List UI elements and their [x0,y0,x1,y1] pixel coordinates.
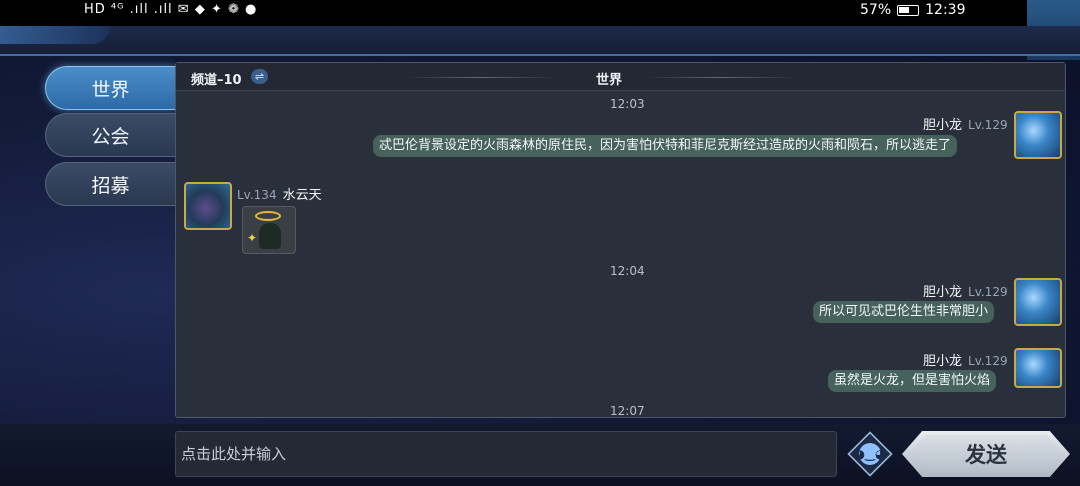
message-bubble: 所以可见忒巴伦生性非常胆小 [813,301,995,323]
sparkle-icon: ✦ [247,231,258,245]
status-right: 57% 12:39 [860,2,965,18]
sender-level: Lv.134 [237,188,277,202]
smiley-icon[interactable]: ◕‿◕ [855,443,885,465]
chat-header: 频道–10 ⇌ 世界 [176,63,1065,91]
swap-arrows-icon[interactable]: ⇌ [251,69,268,84]
sender-name: 水云天 [282,188,322,203]
avatar[interactable] [1014,348,1062,388]
clock: 12:39 [925,2,966,18]
halo-icon [255,211,281,221]
sender-level: Lv.129 [968,118,1008,132]
battery-icon [897,4,920,16]
status-icons: HD ⁴ᴳ .ıll .ıll ✉ ◆ ✦ ❁ ● [84,2,258,17]
tab-recruit[interactable]: 招募 [45,162,175,206]
status-bar: HD ⁴ᴳ .ıll .ıll ✉ ◆ ✦ ❁ ● 57% 12:39 [0,0,1027,26]
avatar[interactable] [184,182,232,230]
send-button[interactable]: 发送 [908,435,1064,473]
character-figure [259,223,281,249]
sender-level: Lv.129 [968,354,1008,368]
avatar[interactable] [1014,278,1062,326]
sender-name-line: 胆小龙 Lv.129 [923,350,1008,369]
sender-level: Lv.129 [968,285,1008,299]
sender-name-line: 胆小龙 Lv.129 [923,114,1008,133]
sender-name: 胆小龙 [923,285,963,300]
chat-title: 世界 [596,73,623,88]
sender-name-line: Lv.134 水云天 [237,184,322,203]
message-bubble: 忒巴伦背景设定的火雨森林的原住民，因为害怕伏特和菲尼克斯经过造成的火雨和陨石，所… [373,135,958,157]
timestamp: 12:03 [610,97,645,111]
character-sticker: ✦ [242,206,296,254]
sender-name: 胆小龙 [923,354,963,369]
header-divider-left [406,77,556,78]
chat-input[interactable]: 点击此处并输入 [175,431,837,477]
sender-name: 胆小龙 [923,118,963,133]
timestamp: 12:07 [610,404,645,418]
sender-name-line: 胆小龙 Lv.129 [923,281,1008,300]
header-divider-right [646,77,796,78]
message-bubble: 虽然是火龙，但是害怕火焰 [828,370,997,392]
tab-guild[interactable]: 公会 [45,113,175,157]
battery-percent: 57% [860,2,892,18]
timestamp: 12:04 [610,264,645,278]
avatar[interactable] [1014,111,1062,159]
tab-world[interactable]: 世界 [45,66,175,110]
top-frame [0,26,1080,56]
frame-crest [0,26,110,44]
channel-label: 频道–10 [191,73,242,88]
